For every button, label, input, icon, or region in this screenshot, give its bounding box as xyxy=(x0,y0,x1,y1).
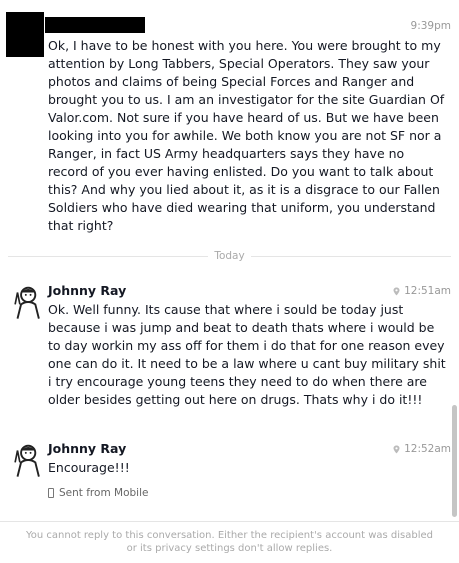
message-text: Ok. Well funny. Its cause that where i s… xyxy=(48,302,446,407)
sender-name[interactable]: Johnny Ray xyxy=(48,441,126,456)
redacted-sender-name xyxy=(45,17,145,33)
location-pin-icon xyxy=(393,287,400,295)
reply-disabled-notice: You cannot reply to this conversation. E… xyxy=(25,530,434,554)
message-text: Encourage!!! xyxy=(48,460,130,475)
avatar[interactable] xyxy=(8,441,46,479)
avatar[interactable] xyxy=(8,283,46,321)
message-text: Ok, I have to be honest with you here. Y… xyxy=(48,38,445,233)
sent-from-mobile: Sent from Mobile xyxy=(48,487,148,499)
date-divider-label: Today xyxy=(0,250,459,262)
location-pin-icon xyxy=(393,445,400,453)
message-timestamp: 9:39pm xyxy=(410,20,451,32)
footer-divider xyxy=(0,521,459,522)
message-timestamp: 12:51am xyxy=(393,285,451,297)
message-timestamp: 12:52am xyxy=(393,443,451,455)
mobile-phone-icon xyxy=(48,488,54,498)
sender-name[interactable]: Johnny Ray xyxy=(48,283,126,298)
avatar[interactable] xyxy=(6,12,44,57)
scrollbar-thumb[interactable] xyxy=(452,405,457,517)
